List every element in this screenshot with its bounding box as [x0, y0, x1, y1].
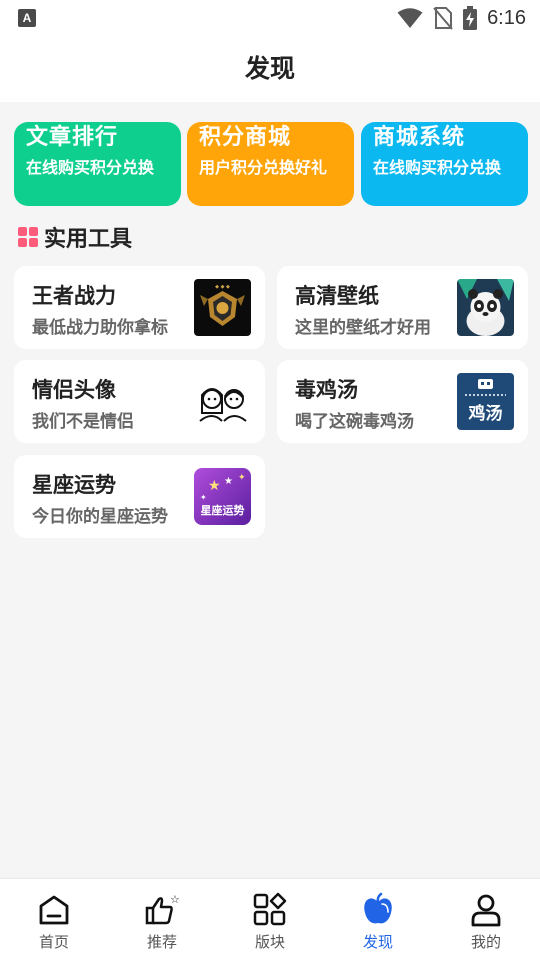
tab-recommend[interactable]: ☆ 推荐	[108, 879, 216, 960]
tool-subtitle: 这里的壁纸才好用	[295, 318, 431, 338]
tool-card-horoscope[interactable]: 星座运势 今日你的星座运势 ★ ★ ✦ ✦ 星座运势	[14, 455, 265, 538]
tab-label: 推荐	[146, 933, 177, 951]
grid-icon	[18, 227, 38, 247]
tab-label: 版块	[254, 933, 285, 951]
feature-card-title: 积分商城	[199, 125, 292, 150]
title-bar: 发现	[0, 36, 540, 102]
home-icon	[39, 895, 69, 925]
tool-card-king-power[interactable]: 王者战力 最低战力助你拿标 ◆ ◆ ◆	[14, 266, 265, 349]
feature-card-mall-system[interactable]: 商城系统 在线购买积分兑换	[361, 122, 528, 206]
status-indicators: 6:16	[397, 5, 526, 31]
feature-card-subtitle: 用户积分兑换好礼	[199, 158, 328, 177]
feature-card-title: 文章排行	[26, 125, 119, 150]
page-title: 发现	[244, 54, 295, 83]
soup-thumbnail-label: 鸡汤	[468, 404, 503, 424]
feature-card-subtitle: 在线购买积分兑换	[26, 158, 155, 177]
feature-card-subtitle: 在线购买积分兑换	[373, 158, 502, 177]
tool-title: 高清壁纸	[295, 284, 379, 308]
tool-title: 情侣头像	[32, 378, 116, 402]
tab-label: 我的	[470, 933, 501, 951]
bottom-tab-bar: 首页 ☆ 推荐 版块 发现 我的	[0, 878, 540, 960]
svg-text:★: ★	[208, 478, 221, 494]
clock: 6:16	[487, 6, 526, 29]
tool-card-couple-avatar[interactable]: 情侣头像 我们不是情侣	[14, 360, 265, 443]
tools-section-header: 实用工具	[18, 222, 132, 252]
tool-title: 王者战力	[32, 284, 116, 308]
svg-text:◆ ◆ ◆: ◆ ◆ ◆	[215, 284, 230, 290]
svg-text:★: ★	[224, 476, 233, 487]
tool-subtitle: 我们不是情侣	[32, 412, 134, 432]
tab-discover[interactable]: 发现	[324, 879, 432, 960]
feature-card-title: 商城系统	[373, 125, 466, 150]
tab-profile[interactable]: 我的	[432, 879, 540, 960]
svg-text:☆: ☆	[170, 893, 180, 906]
feature-card-article-ranking[interactable]: 文章排行 在线购买积分兑换	[14, 122, 181, 206]
thumbs-up-icon: ☆	[145, 893, 180, 925]
svg-text:✦: ✦	[200, 493, 207, 502]
no-sim-icon	[433, 7, 453, 30]
wifi-icon	[397, 8, 423, 28]
tab-home[interactable]: 首页	[0, 879, 108, 960]
feature-card-points-mall[interactable]: 积分商城 用户积分兑换好礼	[187, 122, 354, 206]
status-bar: A 6:16	[0, 0, 540, 36]
soup-thumbnail: 鸡汤	[457, 373, 514, 430]
panda-wallpaper-thumbnail	[457, 279, 514, 336]
tab-sections[interactable]: 版块	[216, 879, 324, 960]
discover-icon	[364, 892, 392, 924]
user-icon	[471, 894, 501, 927]
svg-text:✦: ✦	[238, 473, 246, 483]
tool-subtitle: 最低战力助你拿标	[32, 318, 168, 338]
tool-subtitle: 今日你的星座运势	[32, 507, 168, 527]
tab-label: 首页	[38, 933, 69, 951]
tool-card-poison-soup[interactable]: 毒鸡汤 喝了这碗毒鸡汤 鸡汤	[277, 360, 528, 443]
couple-avatar-thumbnail	[194, 373, 251, 430]
tool-title: 毒鸡汤	[295, 378, 358, 402]
tool-subtitle: 喝了这碗毒鸡汤	[295, 412, 414, 432]
game-emblem-thumbnail: ◆ ◆ ◆	[194, 279, 251, 336]
tool-card-hd-wallpaper[interactable]: 高清壁纸 这里的壁纸才好用	[277, 266, 528, 349]
category-grid-icon	[253, 892, 287, 926]
tool-title: 星座运势	[32, 473, 116, 497]
section-title: 实用工具	[44, 227, 133, 252]
app-notification-icon: A	[18, 9, 36, 27]
horoscope-thumbnail-label: 星座运势	[200, 504, 245, 517]
battery-charging-icon	[463, 6, 478, 30]
horoscope-thumbnail: ★ ★ ✦ ✦ 星座运势	[194, 468, 251, 525]
tab-label: 发现	[362, 933, 393, 951]
